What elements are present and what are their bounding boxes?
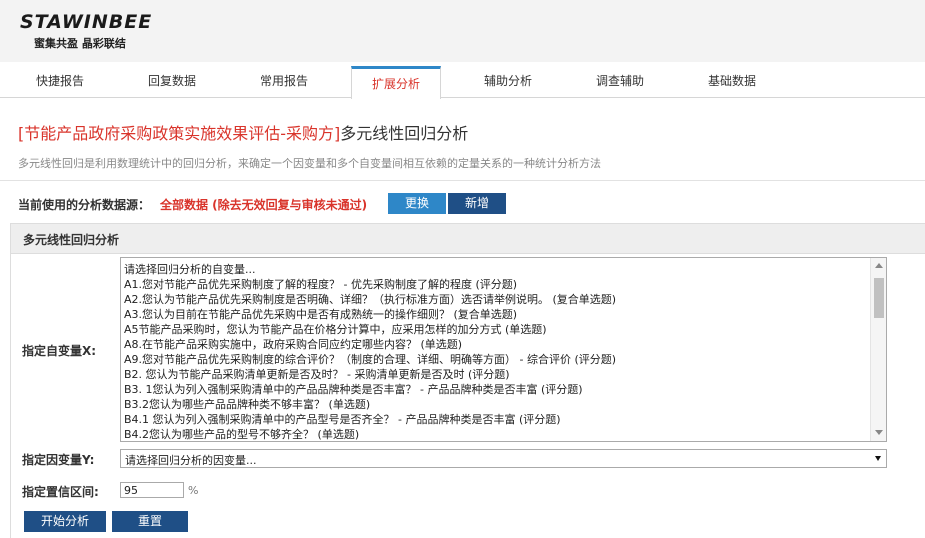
tab-basic-data[interactable]: 基础数据 — [687, 72, 777, 89]
datasource-label: 当前使用的分析数据源： — [18, 198, 151, 212]
tab-survey-assist[interactable]: 调查辅助 — [575, 72, 665, 89]
logo: STAWINBEE — [20, 11, 153, 33]
list-item[interactable]: A2.您认为节能产品优先采购制度是否明确、详细？（执行标准方面）选否请举例说明。… — [124, 291, 616, 307]
chevron-down-icon — [875, 456, 881, 461]
list-item[interactable]: A3.您认为目前在节能产品优先采购中是否有成熟统一的操作细则？ (复合单选题) — [124, 306, 517, 322]
list-item[interactable]: B3.2您认为哪些产品品牌种类不够丰富？ (单选题) — [124, 396, 370, 412]
start-analysis-button[interactable]: 开始分析 — [24, 511, 106, 532]
y-variable-selected: 请选择回归分析的因变量... — [125, 454, 257, 467]
page-title-project: [节能产品政府采购政策实施效果评估-采购方] — [18, 124, 341, 143]
page-title-method: 多元线性回归分析 — [340, 124, 469, 143]
new-datasource-button[interactable]: 新增 — [448, 193, 506, 214]
x-variable-label: 指定自变量X: — [22, 344, 97, 358]
tab-auxiliary-analysis[interactable]: 辅助分析 — [463, 72, 553, 89]
tab-extended-analysis[interactable]: 扩展分析 — [351, 66, 441, 99]
main-tabs: 快捷报告 回复数据 常用报告 扩展分析 辅助分析 调查辅助 基础数据 — [0, 62, 925, 99]
list-item[interactable]: B2. 您认为节能产品采购清单更新是否及时？ - 采购清单更新是否及时 (评分题… — [124, 366, 510, 382]
list-item[interactable]: A8.在节能产品采购实施中，政府采购合同应约定哪些内容？ (单选题) — [124, 336, 462, 352]
scroll-down-arrow-icon[interactable] — [875, 430, 883, 435]
list-item[interactable]: B4.2您认为哪些产品的型号不够齐全？ (单选题) — [124, 426, 359, 441]
page-description: 多元线性回归是利用数理统计中的回归分析，来确定一个因变量和多个自变量间相互依赖的… — [18, 157, 601, 170]
list-item[interactable]: 请选择回归分析的自变量... — [124, 261, 256, 277]
tab-common-report[interactable]: 常用报告 — [239, 72, 329, 89]
divider — [0, 180, 925, 181]
list-item[interactable]: B3. 1您认为列入强制采购清单中的产品品牌种类是否丰富？ - 产品品牌种类是否… — [124, 381, 583, 397]
list-item[interactable]: A5节能产品采购时，您认为节能产品在价格分计算中，应采用怎样的加分方式 (单选题… — [124, 321, 547, 337]
tab-quick-report[interactable]: 快捷报告 — [15, 72, 105, 89]
list-item[interactable]: B4.1 您认为列入强制采购清单中的产品型号是否齐全？ - 产品品牌种类是否丰富… — [124, 411, 561, 427]
page-title: [节能产品政府采购政策实施效果评估-采购方]多元线性回归分析 — [18, 120, 468, 144]
listbox-scrollbar[interactable] — [870, 258, 886, 441]
scroll-thumb[interactable] — [874, 278, 884, 318]
panel-header: 多元线性回归分析 — [11, 224, 925, 254]
list-item[interactable]: A1.您对节能产品优先采购制度了解的程度？ - 优先采购制度了解的程度 (评分题… — [124, 276, 517, 292]
logo-tagline: 蜜集共盈 晶彩联结 — [34, 37, 126, 50]
y-variable-select[interactable]: 请选择回归分析的因变量... — [120, 449, 887, 468]
panel-title: 多元线性回归分析 — [23, 233, 120, 247]
confidence-label: 指定置信区间: — [22, 485, 99, 499]
confidence-unit: % — [188, 484, 199, 497]
confidence-input[interactable] — [120, 482, 184, 498]
change-datasource-button[interactable]: 更换 — [388, 193, 446, 214]
y-variable-label: 指定因变量Y: — [22, 453, 95, 467]
reset-button[interactable]: 重置 — [112, 511, 188, 532]
scroll-up-arrow-icon[interactable] — [875, 263, 883, 268]
header: STAWINBEE 蜜集共盈 晶彩联结 — [0, 0, 925, 62]
datasource-value: 全部数据 (除去无效回复与审核未通过) — [160, 198, 368, 212]
list-item[interactable]: A9.您对节能产品优先采购制度的综合评价？（制度的合理、详细、明确等方面） - … — [124, 351, 616, 367]
x-variable-listbox[interactable]: 请选择回归分析的自变量... A1.您对节能产品优先采购制度了解的程度？ - 优… — [120, 257, 887, 442]
tab-response-data[interactable]: 回复数据 — [127, 72, 217, 89]
